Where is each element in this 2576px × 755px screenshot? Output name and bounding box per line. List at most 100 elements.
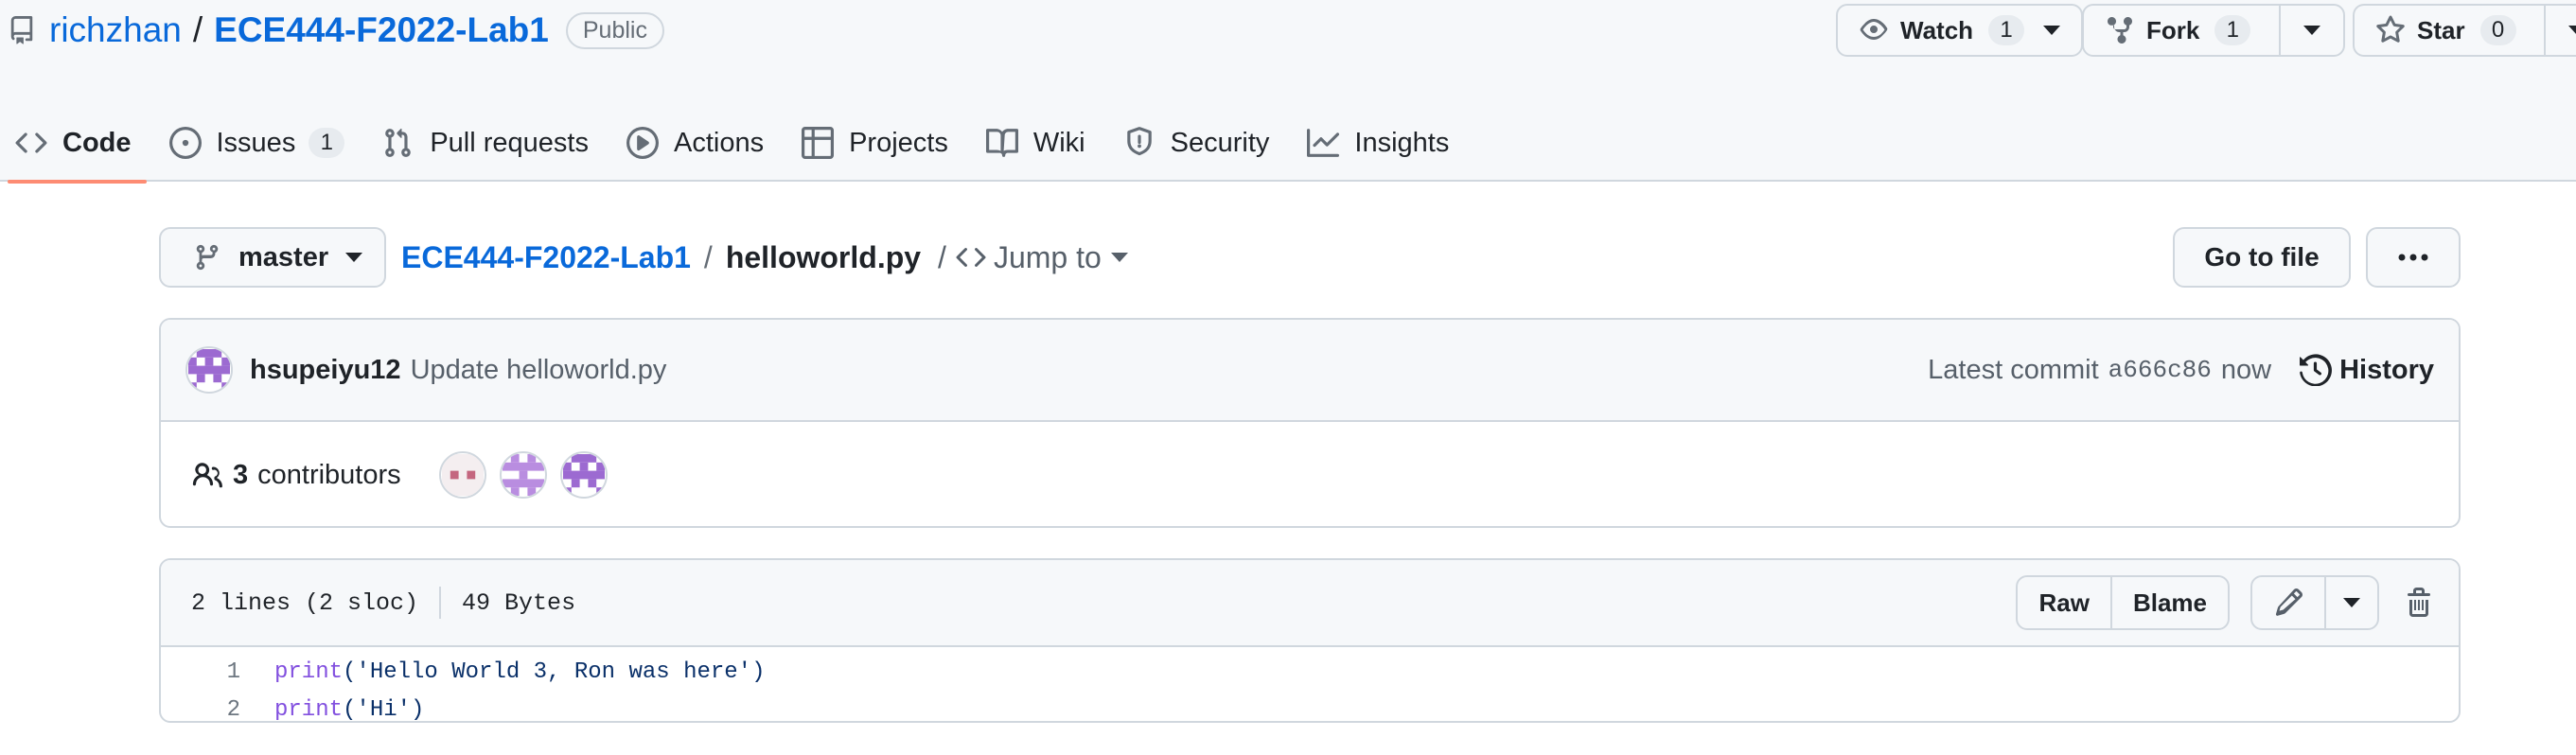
watch-count: 1	[1988, 15, 2025, 45]
repo-owner-link[interactable]: richzhan	[49, 10, 182, 50]
avatar[interactable]	[499, 451, 547, 499]
tab-label: Projects	[849, 127, 948, 158]
fork-label: Fork	[2146, 15, 2200, 44]
tab-insights[interactable]: Insights	[1292, 104, 1464, 182]
file-size: 49 Bytes	[462, 588, 576, 617]
issue-opened-icon	[168, 127, 202, 159]
contributors-label[interactable]: contributors	[257, 460, 401, 491]
file-info: 2 lines (2 sloc) 49 Bytes	[191, 587, 575, 619]
tab-actions[interactable]: Actions	[611, 104, 779, 182]
code-icon	[956, 248, 986, 267]
code-view: 1 print('Hello World 3, Ron was here') 2…	[161, 647, 2459, 723]
watch-label: Watch	[1900, 15, 1974, 44]
line-number[interactable]: 1	[161, 659, 240, 685]
commit-box: hsupeiyu12 Update helloworld.py Latest c…	[159, 318, 2461, 528]
star-label: Star	[2417, 15, 2465, 44]
tab-wiki[interactable]: Wiki	[971, 104, 1101, 182]
blame-button[interactable]: Blame	[2109, 577, 2228, 628]
shield-icon	[1126, 127, 1152, 156]
code-args: ('Hello World 3, Ron was here')	[343, 658, 766, 685]
tab-label: Insights	[1354, 127, 1450, 158]
history-icon	[2300, 354, 2333, 386]
avatar[interactable]	[559, 451, 608, 499]
git-branch-icon	[196, 244, 219, 271]
tab-projects[interactable]: Projects	[786, 104, 963, 182]
line-number[interactable]: 2	[161, 697, 240, 722]
contributors-avatars	[438, 451, 621, 499]
code-icon	[15, 132, 47, 153]
raw-blame-group: Raw Blame	[2016, 575, 2230, 630]
edit-group	[2250, 575, 2379, 630]
fork-button[interactable]: Fork 1	[2084, 6, 2279, 55]
tab-pull-requests[interactable]: Pull requests	[367, 104, 604, 182]
go-to-file-button[interactable]: Go to file	[2173, 227, 2351, 288]
play-icon	[626, 127, 659, 159]
file-info-divider	[439, 587, 442, 619]
issues-count: 1	[309, 128, 345, 158]
latest-commit-label: Latest commit	[1928, 354, 2099, 385]
repo-nav: Code Issues 1 Pull requests Actions Proj…	[0, 104, 1472, 184]
file-box: 2 lines (2 sloc) 49 Bytes Raw Blame 1 pr…	[159, 558, 2461, 723]
breadcrumb-repo-link[interactable]: ECE444-F2022-Lab1	[401, 240, 691, 275]
tab-issues[interactable]: Issues 1	[154, 104, 361, 182]
chevron-down-icon	[2568, 26, 2576, 35]
edit-button[interactable]	[2252, 577, 2324, 628]
tab-code[interactable]: Code	[0, 104, 147, 184]
chevron-down-icon	[2343, 598, 2360, 607]
tab-label: Pull requests	[430, 127, 589, 158]
jump-to-button[interactable]: / Jump to	[938, 240, 1128, 275]
repo-forked-icon	[2108, 16, 2132, 44]
jump-to-label: Jump to	[993, 239, 1102, 274]
star-dropdown-button[interactable]	[2544, 6, 2576, 55]
code-text: print('Hi')	[274, 696, 425, 723]
repo-title: richzhan / ECE444-F2022-Lab1 Public	[8, 4, 664, 57]
watch-button-group: Watch 1	[1836, 4, 2084, 57]
visibility-badge: Public	[565, 11, 664, 49]
code-line: 2 print('Hi')	[161, 691, 2459, 723]
code-function: print	[274, 658, 344, 685]
kebab-horizontal-icon	[2398, 254, 2428, 261]
latest-commit-row: hsupeiyu12 Update helloworld.py Latest c…	[161, 320, 2459, 422]
eye-icon	[1860, 19, 1888, 40]
tab-label: Issues	[216, 127, 296, 158]
chevron-down-icon	[345, 253, 363, 262]
star-icon	[2376, 15, 2405, 43]
avatar[interactable]	[438, 451, 486, 499]
tab-label: Security	[1170, 127, 1270, 158]
pencil-icon	[2275, 588, 2303, 616]
code-args: ('Hi')	[343, 696, 425, 723]
breadcrumb: ECE444-F2022-Lab1 / helloworld.py / Jump…	[401, 227, 1128, 288]
commit-author-link[interactable]: hsupeiyu12	[250, 355, 401, 386]
contributors-count: 3	[233, 459, 249, 490]
star-button[interactable]: Star 0	[2355, 6, 2544, 55]
code-text: print('Hello World 3, Ron was here')	[274, 659, 766, 685]
commit-sha-link[interactable]: a666c86	[2108, 356, 2212, 384]
edit-dropdown-button[interactable]	[2324, 577, 2377, 628]
branch-name: master	[238, 241, 329, 272]
jump-separator: /	[938, 239, 946, 274]
commit-time: now	[2220, 354, 2272, 385]
table-icon	[802, 127, 835, 159]
file-actions: Raw Blame	[2016, 575, 2438, 630]
delete-file-button[interactable]	[2400, 588, 2438, 618]
commit-message-link[interactable]: Update helloworld.py	[411, 355, 667, 386]
tab-security[interactable]: Security	[1108, 104, 1285, 182]
tab-label: Actions	[673, 127, 765, 158]
chevron-down-icon	[1110, 253, 1128, 262]
history-link[interactable]: History	[2300, 354, 2434, 386]
chevron-down-icon	[2303, 26, 2320, 35]
raw-button[interactable]: Raw	[2018, 577, 2109, 628]
more-options-button[interactable]	[2366, 227, 2461, 288]
git-pull-request-icon	[385, 128, 412, 157]
tab-label: Wiki	[1032, 127, 1085, 158]
trash-icon	[2408, 588, 2430, 617]
branch-select-button[interactable]: master	[159, 227, 386, 288]
avatar[interactable]	[185, 346, 233, 394]
fork-dropdown-button[interactable]	[2279, 6, 2343, 55]
history-label: History	[2339, 354, 2434, 385]
watch-button[interactable]: Watch 1	[1838, 6, 2081, 55]
repo-name-link[interactable]: ECE444-F2022-Lab1	[214, 10, 549, 50]
repo-icon	[8, 12, 36, 48]
tab-label: Code	[62, 127, 132, 158]
contributors-row: 3 contributors	[161, 422, 2459, 526]
